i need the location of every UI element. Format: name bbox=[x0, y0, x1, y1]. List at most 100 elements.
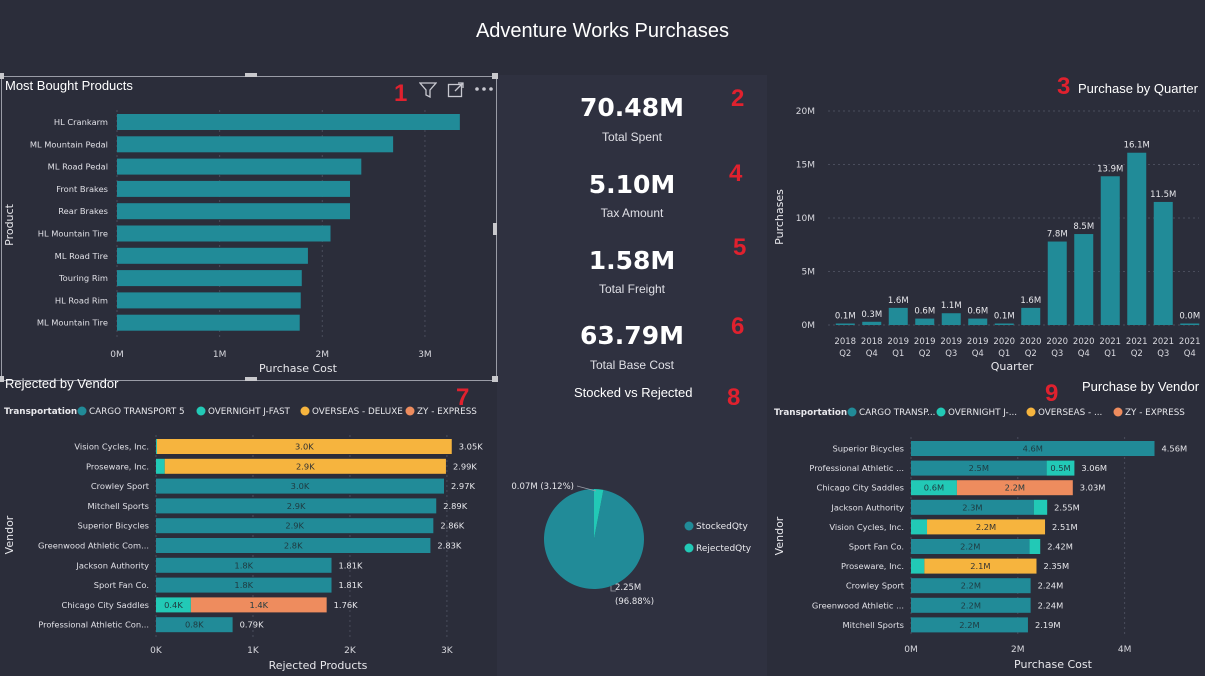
x-tick-label: 0M bbox=[110, 350, 124, 360]
y-tick-label: Front Brakes bbox=[56, 184, 108, 194]
segment-label: 2.8K bbox=[284, 541, 303, 551]
total-label: 2.42M bbox=[1047, 542, 1073, 552]
legend-label: OVERSEAS - ... bbox=[1038, 408, 1102, 418]
purchase-by-quarter-chart: 0M 5M 10M 15M 20M 0.1M 2018 Q2 0.3M 2018 Q4 1.6M 201… bbox=[773, 107, 1201, 373]
x-tick-label-quarter: Q3 bbox=[1157, 349, 1169, 359]
y-tick-label: ML Mountain Tire bbox=[37, 318, 108, 328]
total-label: 2.19M bbox=[1035, 620, 1061, 630]
badge-4: 4 bbox=[729, 160, 743, 187]
data-label: 7.8M bbox=[1047, 230, 1068, 240]
segment-label: 2.9K bbox=[285, 521, 304, 531]
x-axis-title: Purchase Cost bbox=[259, 362, 338, 375]
bar bbox=[888, 307, 908, 325]
data-label: 1.6M bbox=[888, 296, 909, 306]
y-tick-label: 20M bbox=[796, 107, 815, 117]
stocked-vs-rejected-chart: 0.07M (3.12%) 2.25M (96.88%) StockedQty Reje… bbox=[511, 482, 751, 607]
y-tick-label: Greenwood Athletic ... bbox=[812, 600, 904, 610]
y-tick-label: Rear Brakes bbox=[58, 206, 108, 216]
y-tick-label: Greenwood Athletic Com... bbox=[38, 541, 149, 551]
bar bbox=[117, 114, 460, 130]
total-label: 2.86K bbox=[440, 521, 464, 531]
resize-handle-tl[interactable] bbox=[0, 73, 4, 79]
purchase-by-vendor-title: Purchase by Vendor bbox=[1082, 379, 1200, 394]
x-axis-title: Quarter bbox=[991, 360, 1034, 373]
y-tick-label: Crowley Sport bbox=[846, 581, 905, 591]
legend-marker bbox=[684, 521, 694, 531]
total-label: 4.56M bbox=[1162, 444, 1188, 454]
segment-label: 2.9K bbox=[296, 461, 315, 471]
more-options-icon[interactable] bbox=[474, 82, 494, 96]
x-tick-label-quarter: Q4 bbox=[866, 349, 878, 359]
legend-marker bbox=[300, 406, 310, 416]
legend-marker bbox=[196, 406, 206, 416]
data-label: 0.3M bbox=[861, 310, 882, 320]
bar bbox=[117, 247, 308, 264]
y-axis-title: Purchases bbox=[773, 189, 786, 245]
x-tick-label-quarter: Q1 bbox=[892, 349, 904, 359]
y-tick-label: Jackson Authority bbox=[75, 560, 149, 570]
kpi-total-freight-label: Total Freight bbox=[598, 282, 666, 296]
segment-label: 2.2M bbox=[976, 522, 996, 532]
x-tick-label-quarter: Q3 bbox=[1051, 349, 1063, 359]
segment-label: 2.2M bbox=[959, 620, 979, 630]
x-axis-title: Rejected Products bbox=[269, 659, 368, 672]
pie-label-stocked-percent: (96.88%) bbox=[615, 597, 654, 607]
y-tick-label: Sport Fan Co. bbox=[849, 542, 904, 552]
resize-handle-tr[interactable] bbox=[492, 73, 498, 79]
y-tick-label: Professional Athletic Con... bbox=[38, 620, 149, 630]
purchase-by-quarter-title: Purchase by Quarter bbox=[1078, 81, 1198, 96]
segment-label: 3.0K bbox=[291, 481, 310, 491]
x-tick-label-year: 2021 bbox=[1152, 337, 1174, 347]
total-label: 0.79K bbox=[240, 620, 264, 630]
legend-label: CARGO TRANSP... bbox=[859, 408, 935, 418]
legend-marker bbox=[847, 407, 857, 417]
x-tick-label: 0K bbox=[150, 646, 163, 656]
bar-segment bbox=[1029, 539, 1041, 554]
y-tick-label: Professional Athletic ... bbox=[809, 463, 904, 473]
segment-label: 2.5M bbox=[969, 463, 989, 473]
y-tick-label: Touring Rim bbox=[58, 273, 108, 283]
bar bbox=[968, 318, 988, 325]
total-label: 2.51M bbox=[1052, 522, 1078, 532]
total-label: 2.55M bbox=[1054, 502, 1080, 512]
x-tick-label-year: 2018 bbox=[861, 337, 883, 347]
bar bbox=[941, 313, 961, 325]
pie-label-rejected: 0.07M (3.12%) bbox=[511, 482, 574, 492]
x-tick-label: 4M bbox=[1118, 645, 1132, 655]
bar bbox=[1127, 152, 1147, 325]
x-tick-label-quarter: Q2 bbox=[1131, 349, 1143, 359]
segment-label: 3.0K bbox=[295, 442, 314, 452]
y-tick-label: Chicago City Saddles bbox=[817, 483, 905, 493]
kpi-total-base-cost-label: Total Base Cost bbox=[589, 358, 675, 372]
x-tick-label-year: 2020 bbox=[1073, 337, 1095, 347]
x-tick-label: 1M bbox=[213, 350, 227, 360]
bar bbox=[994, 323, 1014, 325]
bar-segment bbox=[1033, 499, 1048, 515]
focus-mode-icon[interactable] bbox=[447, 82, 465, 98]
y-tick-label: Mitchell Sports bbox=[88, 501, 150, 511]
data-label: 0.6M bbox=[967, 307, 988, 317]
bar bbox=[1153, 201, 1173, 325]
y-axis-title: Vendor bbox=[773, 516, 786, 555]
kpi-total-spent-value: 70.48M bbox=[580, 93, 684, 122]
segment-label: 1.4K bbox=[249, 600, 268, 610]
filter-icon[interactable] bbox=[419, 82, 437, 98]
data-label: 1.6M bbox=[1020, 296, 1041, 306]
legend-label: ZY - EXPRESS bbox=[1125, 408, 1185, 418]
kpi-total-base-cost-value: 63.79M bbox=[580, 321, 684, 350]
y-tick-label: Chicago City Saddles bbox=[62, 600, 150, 610]
x-tick-label-quarter: Q4 bbox=[1184, 349, 1196, 359]
bar bbox=[915, 318, 935, 325]
segment-label: 1.8K bbox=[234, 580, 253, 590]
x-tick-label-year: 2019 bbox=[967, 337, 989, 347]
legend-label: OVERNIGHT J-... bbox=[948, 408, 1017, 418]
y-tick-label: ML Road Pedal bbox=[48, 162, 108, 172]
x-tick-label-year: 2018 bbox=[834, 337, 856, 347]
x-tick-label-year: 2020 bbox=[993, 337, 1015, 347]
resize-handle-top[interactable] bbox=[245, 73, 257, 77]
segment-label: 1.8K bbox=[234, 560, 253, 570]
segment-label: 0.6M bbox=[924, 483, 944, 493]
legend-marker bbox=[77, 406, 87, 416]
x-tick-label: 1K bbox=[247, 646, 260, 656]
y-tick-label: Proseware, Inc. bbox=[841, 561, 904, 571]
